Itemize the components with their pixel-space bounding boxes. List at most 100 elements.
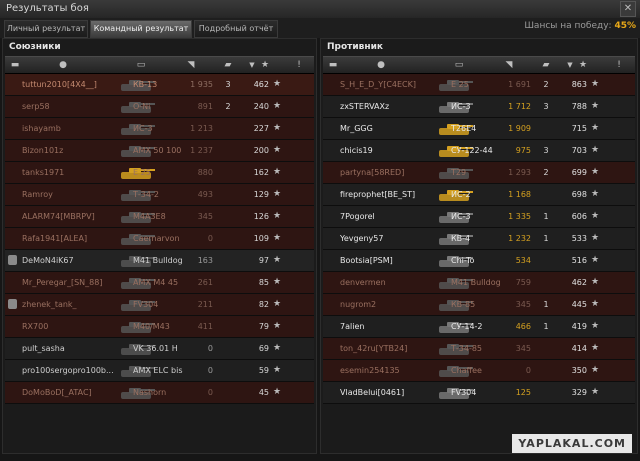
damage-value: 1 213 [190,124,213,133]
kills-value [539,338,553,359]
damage-value: 1 293 [508,168,531,177]
kills-value: 2 [543,168,549,177]
star-icon: ★ [591,233,600,243]
table-row[interactable]: pult_sasha VK 36.01 H 0 69 ★ [5,338,314,360]
kills-value [221,162,235,183]
damage-value: 345 [515,344,531,353]
kills-value: 1 [543,322,549,331]
player-name: fireprophet[BE_ST] [340,190,416,199]
kills-value [221,272,235,293]
star-icon: ★ [591,277,600,287]
table-row[interactable]: denvermen M41 Bulldog 759 462 ★ [323,272,635,294]
watermark: YAPLAKAL.COM [512,434,632,453]
tank-column-icon[interactable]: ▭ [133,57,149,73]
player-column-icon[interactable]: ● [373,57,389,73]
star-icon: ★ [591,189,600,199]
enemies-title: Противник [327,42,384,52]
star-icon: ★ [591,145,600,155]
table-row[interactable]: zhenek_tank_ FV304 211 82 ★ [5,294,314,316]
table-row[interactable]: tuttun2010[4X4__] КВ-13 1 935 3 462 ★ [5,74,314,96]
kills-value [221,250,235,271]
table-row[interactable]: Ramroy Т-34-2 493 129 ★ [5,184,314,206]
table-row[interactable]: DoMoBoD[_ATAC] Nashorn 0 45 ★ [5,382,314,404]
table-row[interactable]: Yevgeny57 КВ-4 1 232 1 533 ★ [323,228,635,250]
xp-value: 606 [571,212,587,221]
table-row[interactable]: zxSTERVAXz ИС-3 1 712 3 788 ★ [323,96,635,118]
table-row[interactable]: serp58 О-Ni 891 2 240 ★ [5,96,314,118]
squad-badge-icon [8,255,17,265]
player-name: Yevgeny57 [340,234,384,243]
table-row[interactable]: Bootsia[PSM] Chi-To 534 516 ★ [323,250,635,272]
table-row[interactable]: 7Pogorel ИС-3 1 335 1 606 ★ [323,206,635,228]
player-name: pro100sergopro100b... [22,366,114,375]
kills-value [221,228,235,249]
player-column-icon[interactable]: ● [55,57,71,73]
table-row[interactable]: 7alien СУ-14-2 466 1 419 ★ [323,316,635,338]
xp-value: 863 [571,80,587,89]
damage-column-icon[interactable]: ◥ [499,57,519,73]
tab-team-result[interactable]: Командный результат [90,20,192,38]
table-row[interactable]: Mr_GGG T26E4 1 909 715 ★ [323,118,635,140]
enemies-panel: Противник ▬ ● ▭ ◥ ▰ ▼ ★ ! S_H_E_D_Y[C4EC… [320,38,638,454]
table-row[interactable]: Rafa1941[ALEA] Caernarvon 0 109 ★ [5,228,314,250]
xp-value: 85 [258,278,269,287]
star-icon: ★ [591,321,600,331]
close-icon[interactable]: ✕ [620,1,636,17]
table-row[interactable]: partyna[58RED] T29 1 293 2 699 ★ [323,162,635,184]
squad-column-icon[interactable]: ▬ [7,57,23,73]
table-row[interactable]: chicis19 СУ-122-44 975 3 703 ★ [323,140,635,162]
player-name: 7Pogorel [340,212,375,221]
damage-value: 493 [197,190,213,199]
table-row[interactable]: Bizon101z AMX 50 100 1 237 200 ★ [5,140,314,162]
xp-column-icon[interactable]: ★ [573,57,593,73]
kills-column-icon[interactable]: ▰ [535,57,557,73]
damage-value: 0 [207,388,213,397]
xp-value: 79 [258,322,269,331]
star-icon: ★ [273,211,282,221]
kills-value: 1 [543,300,549,309]
tab-personal-result[interactable]: Личный результат [4,20,88,38]
tank-column-icon[interactable]: ▭ [451,57,467,73]
xp-value: 698 [571,190,587,199]
table-row[interactable]: S_H_E_D_Y[C4ECK] E 25 1 691 2 863 ★ [323,74,635,96]
kills-value [221,382,235,403]
damage-column-icon[interactable]: ◥ [181,57,201,73]
table-row[interactable]: esemin254135 Chaffee 0 350 ★ [323,360,635,382]
table-row[interactable]: ishayamb ИС-3 1 213 227 ★ [5,118,314,140]
damage-value: 534 [515,256,531,265]
player-name: Bootsia[PSM] [340,256,393,265]
table-row[interactable]: pro100sergopro100b... AMX ELC bis 0 59 ★ [5,360,314,382]
star-icon: ★ [273,387,282,397]
allies-list: tuttun2010[4X4__] КВ-13 1 935 3 462 ★ serp58 О-… [5,74,314,404]
xp-column-icon[interactable]: ★ [255,57,275,73]
kills-value: 1 [543,234,549,243]
xp-value: 59 [258,366,269,375]
damage-value: 1 909 [508,124,531,133]
star-icon: ★ [273,321,282,331]
table-row[interactable]: VladBelui[0461] FV304 125 329 ★ [323,382,635,404]
kills-value [539,382,553,403]
table-row[interactable]: Mr_Peregar_[SN_88] AMX M4 45 261 85 ★ [5,272,314,294]
squad-column-icon[interactable]: ▬ [325,57,341,73]
table-row[interactable]: DeMoN4iK67 M41 Bulldog 163 97 ★ [5,250,314,272]
status-column-icon[interactable]: ! [611,57,627,73]
tab-detailed-report[interactable]: Подробный отчёт [194,20,278,38]
damage-value: 891 [197,102,213,111]
table-row[interactable]: ton_42ru[YTB24] Т-34-85 345 414 ★ [323,338,635,360]
status-column-icon[interactable]: ! [291,57,307,73]
enemies-list: S_H_E_D_Y[C4ECK] E 25 1 691 2 863 ★ zxSTERVAXz… [323,74,635,404]
table-row[interactable]: tanks1971 E 25 880 162 ★ [5,162,314,184]
table-row[interactable]: fireprophet[BE_ST] ИС-2 1 168 698 ★ [323,184,635,206]
table-row[interactable]: nugrom2 КВ-85 345 1 445 ★ [323,294,635,316]
star-icon: ★ [273,101,282,111]
xp-value: 699 [571,168,587,177]
damage-value: 261 [197,278,213,287]
kills-column-icon[interactable]: ▰ [217,57,239,73]
table-row[interactable]: RX700 M40/M43 411 79 ★ [5,316,314,338]
table-row[interactable]: ALARM74[MBRPV] M4A3E8 345 126 ★ [5,206,314,228]
xp-value: 240 [253,102,269,111]
xp-value: 45 [258,388,269,397]
xp-value: 227 [253,124,269,133]
xp-value: 162 [253,168,269,177]
damage-value: 1 237 [190,146,213,155]
